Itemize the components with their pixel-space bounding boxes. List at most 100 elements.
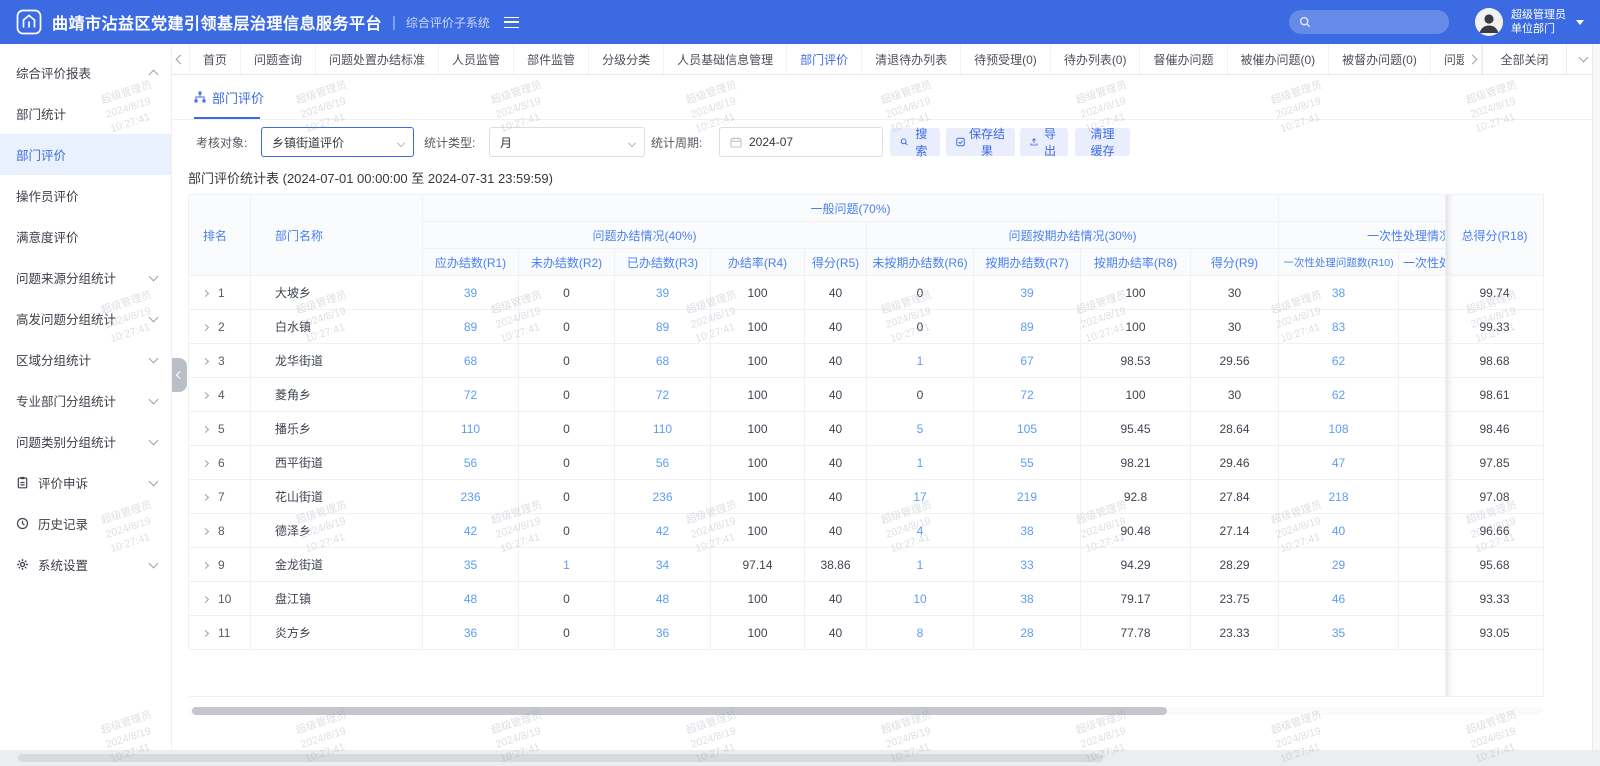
value-link[interactable]: 46 [1332,592,1345,606]
value-link[interactable]: 89 [464,320,477,334]
value-link[interactable]: 1 [917,558,924,572]
rank-cell[interactable]: 5 [189,412,251,446]
value-cell-r6[interactable]: 17 [867,480,974,514]
value-link[interactable]: 40 [1332,524,1345,538]
rank-cell[interactable]: 9 [189,548,251,582]
value-cell-r10[interactable]: 62 [1279,378,1399,412]
value-cell-r1[interactable]: 48 [423,582,519,616]
header-search-input[interactable] [1289,10,1449,34]
rank-cell[interactable]: 10 [189,582,251,616]
value-cell-r2[interactable]: 1 [519,548,615,582]
value-link[interactable]: 29 [1332,558,1345,572]
value-link[interactable]: 219 [1017,490,1037,504]
sidebar-item-系统设置[interactable]: 系统设置 [0,544,171,585]
value-link[interactable]: 68 [656,354,669,368]
value-cell-r10[interactable]: 29 [1279,548,1399,582]
value-cell-r1[interactable]: 110 [423,412,519,446]
tab-item[interactable]: 首页 [190,44,241,74]
value-link[interactable]: 72 [464,388,477,402]
sidebar-item-专业部门分组统计[interactable]: 专业部门分组统计 [0,380,171,421]
value-cell-r10[interactable]: 46 [1279,582,1399,616]
value-cell-r7[interactable]: 33 [974,548,1081,582]
value-link[interactable]: 236 [460,490,480,504]
value-link[interactable]: 33 [1020,558,1033,572]
expand-row-icon[interactable] [202,595,209,602]
value-cell-r1[interactable]: 39 [423,276,519,310]
sidebar-item-区域分组统计[interactable]: 区域分组统计 [0,339,171,380]
value-link[interactable]: 34 [656,558,669,572]
tabs-scroll-left-button[interactable] [172,44,190,74]
value-cell-r7[interactable]: 67 [974,344,1081,378]
tab-item[interactable]: 待办列表(0) [1051,44,1141,74]
tab-item[interactable]: 被催办问题(0) [1228,44,1330,74]
value-link[interactable]: 236 [652,490,672,504]
value-cell-r10[interactable]: 35 [1279,616,1399,650]
value-link[interactable]: 39 [656,286,669,300]
expand-row-icon[interactable] [202,493,209,500]
tab-item[interactable]: 问题查询 [241,44,316,74]
tab-item[interactable]: 清退待办列表 [862,44,961,74]
value-cell-r1[interactable]: 68 [423,344,519,378]
rank-cell[interactable]: 11 [189,616,251,650]
expand-row-icon[interactable] [202,323,209,330]
value-cell-r10[interactable]: 108 [1279,412,1399,446]
tab-item[interactable]: 问题处置办结标准 [316,44,439,74]
expand-row-icon[interactable] [202,527,209,534]
value-cell-r6[interactable]: 8 [867,616,974,650]
value-cell-r7[interactable]: 105 [974,412,1081,446]
value-link[interactable]: 105 [1017,422,1037,436]
value-cell-r1[interactable]: 35 [423,548,519,582]
menu-icon[interactable] [504,17,519,28]
value-cell-r1[interactable]: 56 [423,446,519,480]
value-cell-r3[interactable]: 236 [615,480,711,514]
value-cell-r7[interactable]: 28 [974,616,1081,650]
value-cell-r3[interactable]: 110 [615,412,711,446]
value-cell-r3[interactable]: 39 [615,276,711,310]
rank-cell[interactable]: 2 [189,310,251,344]
value-link[interactable]: 35 [1332,626,1345,640]
value-cell-r7[interactable]: 39 [974,276,1081,310]
save-results-button[interactable]: 保存结果 [946,128,1015,156]
value-link[interactable]: 38 [1020,592,1033,606]
value-cell-r3[interactable]: 72 [615,378,711,412]
value-cell-r7[interactable]: 38 [974,582,1081,616]
value-link[interactable]: 5 [917,422,924,436]
period-date-input[interactable]: 2024-07 [719,127,883,157]
value-cell-r7[interactable]: 219 [974,480,1081,514]
sidebar-item-操作员评价[interactable]: 操作员评价 [0,175,171,216]
vertical-scrollbar-rail[interactable] [1592,44,1600,750]
sidebar-item-历史记录[interactable]: 历史记录 [0,503,171,544]
value-link[interactable]: 83 [1332,320,1345,334]
value-link[interactable]: 39 [1020,286,1033,300]
value-cell-r10[interactable]: 47 [1279,446,1399,480]
user-avatar[interactable] [1475,8,1503,36]
value-link[interactable]: 8 [917,626,924,640]
value-link[interactable]: 67 [1020,354,1033,368]
tab-item[interactable]: 被督办问题(0) [1329,44,1431,74]
value-link[interactable]: 110 [653,422,672,436]
value-link[interactable]: 72 [1020,388,1033,402]
expand-row-icon[interactable] [202,289,209,296]
sidebar-item-综合评价报表[interactable]: 综合评价报表 [0,52,171,93]
value-link[interactable]: 48 [656,592,669,606]
tab-item[interactable]: 督催办问题 [1140,44,1227,74]
stat-type-select[interactable]: 月 [489,127,645,157]
value-cell-r1[interactable]: 42 [423,514,519,548]
sidebar-item-问题来源分组统计[interactable]: 问题来源分组统计 [0,257,171,298]
expand-row-icon[interactable] [202,357,209,364]
tab-item[interactable]: 人员监管 [439,44,514,74]
sidebar-item-高发问题分组统计[interactable]: 高发问题分组统计 [0,298,171,339]
subtab-department-evaluation[interactable]: 部门评价 [194,88,264,107]
value-cell-r1[interactable]: 236 [423,480,519,514]
value-link[interactable]: 56 [464,456,477,470]
value-link[interactable]: 1 [917,456,924,470]
value-link[interactable]: 110 [461,422,480,436]
sidebar-collapse-handle[interactable] [172,358,187,392]
sidebar-item-部门评价[interactable]: 部门评价 [0,134,171,175]
value-link[interactable]: 108 [1329,422,1349,436]
value-cell-r10[interactable]: 62 [1279,344,1399,378]
value-link[interactable]: 47 [1332,456,1345,470]
search-button[interactable]: 搜索 [890,128,940,156]
value-link[interactable]: 36 [464,626,477,640]
value-cell-r6[interactable]: 1 [867,446,974,480]
